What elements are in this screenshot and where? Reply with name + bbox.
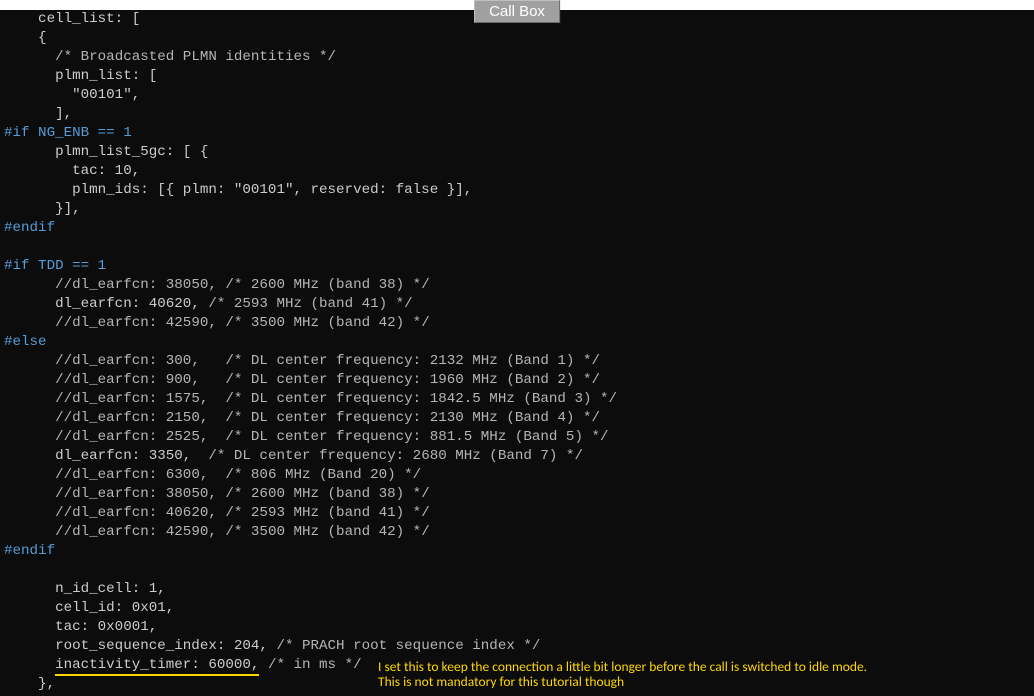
code-line: root_sequence_index: 204, [4,638,276,654]
code-comment: //dl_earfcn: 6300, /* 806 MHz (Band 20) … [55,467,421,483]
code-line: }, [4,676,55,692]
code-comment: /* DL center frequency: 2680 MHz (Band 7… [208,448,583,464]
highlighted-setting: inactivity_timer: 60000, [55,657,259,676]
code-line: cell_list: [ [4,11,140,27]
code-comment: /* 2593 MHz (band 41) */ [208,296,412,312]
code-line [4,49,55,65]
annotation-callout: I set this to keep the connection a litt… [378,659,998,689]
code-comment: /* Broadcasted PLMN identities */ [55,49,336,65]
code-comment: //dl_earfcn: 38050, /* 2600 MHz (band 38… [55,486,430,502]
code-line: plmn_list_5gc: [ { [4,144,208,160]
preproc: #else [4,334,47,350]
code-line: n_id_cell: 1, [4,581,166,597]
code-line [4,315,55,331]
code-line [4,372,55,388]
code-line: cell_id: 0x01, [4,600,174,616]
code-comment: /* PRACH root sequence index */ [276,638,540,654]
code-line [4,410,55,426]
code-line: plmn_list: [ [4,68,157,84]
code-line [4,429,55,445]
preproc: #endif [4,220,55,236]
code-comment: //dl_earfcn: 2150, /* DL center frequenc… [55,410,600,426]
code-line [4,505,55,521]
preproc: #if TDD == 1 [4,258,106,274]
code-line [4,277,55,293]
code-line [4,467,55,483]
code-comment: //dl_earfcn: 38050, /* 2600 MHz (band 38… [55,277,430,293]
code-comment: //dl_earfcn: 42590, /* 3500 MHz (band 42… [55,524,430,540]
code-comment: //dl_earfcn: 1575, /* DL center frequenc… [55,391,617,407]
code-line [4,524,55,540]
code-comment: //dl_earfcn: 40620, /* 2593 MHz (band 41… [55,505,430,521]
code-comment: //dl_earfcn: 300, /* DL center frequency… [55,353,600,369]
code-line: }], [4,201,81,217]
preproc: #endif [4,543,55,559]
code-line [259,657,268,673]
code-line: "00101", [4,87,140,103]
code-line [4,486,55,502]
code-block: cell_list: [ { /* Broadcasted PLMN ident… [0,10,1034,696]
code-line [4,391,55,407]
code-line: tac: 0x0001, [4,619,157,635]
preproc: #if NG_ENB == 1 [4,125,132,141]
code-line: plmn_ids: [{ plmn: "00101", reserved: fa… [4,182,472,198]
code-line: dl_earfcn: 3350, [4,448,208,464]
annotation-line: This is not mandatory for this tutorial … [378,674,998,689]
code-comment: //dl_earfcn: 42590, /* 3500 MHz (band 42… [55,315,430,331]
code-line: tac: 10, [4,163,140,179]
code-comment: //dl_earfcn: 900, /* DL center frequency… [55,372,600,388]
annotation-line: I set this to keep the connection a litt… [378,659,998,674]
call-box-button[interactable]: Call Box [474,0,560,23]
code-comment: //dl_earfcn: 2525, /* DL center frequenc… [55,429,608,445]
code-comment: /* in ms */ [268,657,362,673]
code-line [4,657,55,673]
code-line: ], [4,106,72,122]
code-line: { [4,30,47,46]
code-line: dl_earfcn: 40620, [4,296,208,312]
code-line [4,353,55,369]
